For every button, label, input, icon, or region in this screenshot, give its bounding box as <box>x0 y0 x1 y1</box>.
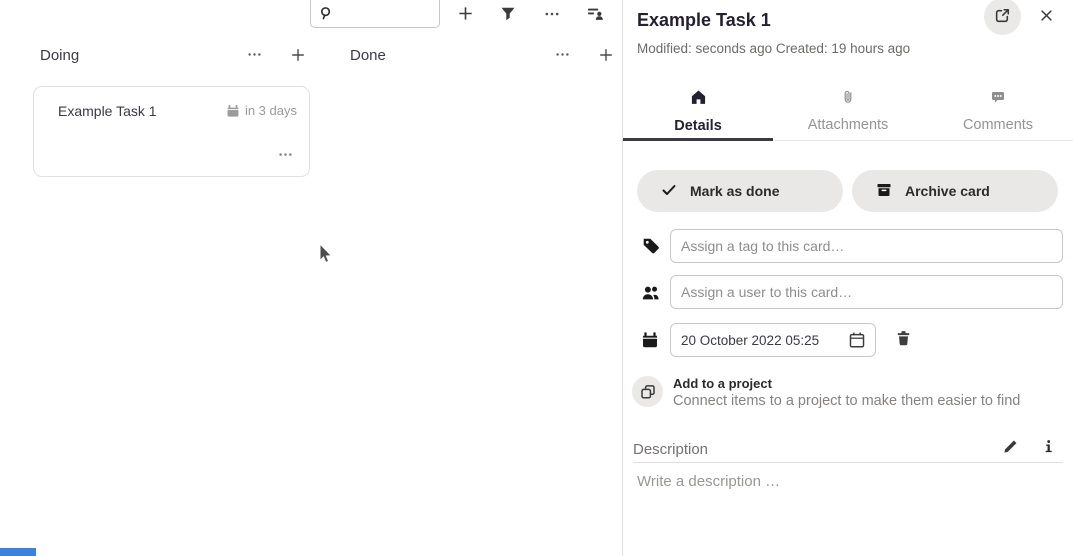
tab-attachments-label: Attachments <box>808 117 889 133</box>
more-icon <box>278 147 293 165</box>
close-panel-button[interactable] <box>1033 4 1059 30</box>
tab-comments[interactable]: Comments <box>923 84 1073 141</box>
description-label: Description <box>633 441 708 458</box>
info-icon <box>1041 439 1056 457</box>
search-box[interactable] <box>310 0 440 28</box>
users-icon <box>641 283 659 301</box>
assign-user-input[interactable] <box>670 275 1063 309</box>
mouse-cursor-icon <box>316 242 334 268</box>
calendar-icon <box>641 331 659 349</box>
tab-comments-label: Comments <box>963 117 1033 133</box>
card-due-label: in 3 days <box>245 103 297 118</box>
column-title-doing: Doing <box>40 47 79 64</box>
more-icon <box>544 6 560 25</box>
due-date-field[interactable]: 20 October 2022 05:25 <box>670 323 876 357</box>
description-placeholder[interactable]: Write a description … <box>637 473 780 490</box>
bottom-accent-bar <box>0 548 36 556</box>
column-doing-more-button[interactable] <box>242 44 266 68</box>
kanban-board: Doing Done Example Task 1 <box>0 0 622 556</box>
calendar-outline-icon <box>848 331 866 352</box>
project-icon <box>632 376 663 407</box>
description-divider <box>633 462 1063 463</box>
column-done-add-button[interactable] <box>594 44 618 68</box>
board-more-button[interactable] <box>539 2 565 28</box>
plus-icon <box>457 5 474 25</box>
search-input[interactable] <box>339 6 435 21</box>
filter-icon <box>500 6 516 25</box>
card-title: Example Task 1 <box>58 103 157 119</box>
mark-as-done-label: Mark as done <box>690 183 779 199</box>
description-info-button[interactable] <box>1036 436 1060 460</box>
more-icon <box>555 47 570 65</box>
tab-details[interactable]: Details <box>623 84 773 141</box>
trash-icon <box>895 330 912 350</box>
check-icon <box>661 182 677 201</box>
mark-as-done-button[interactable]: Mark as done <box>637 170 843 212</box>
filter-button[interactable] <box>495 2 521 28</box>
plus-icon <box>598 47 614 66</box>
tab-details-label: Details <box>674 118 722 134</box>
assignee-list-icon <box>587 5 604 25</box>
add-card-button[interactable] <box>452 2 478 28</box>
comment-icon <box>990 89 1006 108</box>
search-icon <box>319 6 334 21</box>
column-done-more-button[interactable] <box>550 44 574 68</box>
assignee-list-button[interactable] <box>582 2 608 28</box>
card-due-date: in 3 days <box>226 103 297 118</box>
panel-title: Example Task 1 <box>637 10 771 31</box>
archive-card-button[interactable]: Archive card <box>852 170 1058 212</box>
panel-tabs: Details Attachments Comments <box>623 84 1073 141</box>
app-window: Doing Done Example Task 1 <box>0 0 1073 556</box>
open-in-window-button[interactable] <box>984 0 1021 35</box>
add-to-project-title: Add to a project <box>673 376 772 391</box>
due-date-value: 20 October 2022 05:25 <box>681 333 819 348</box>
calendar-icon <box>226 104 240 118</box>
add-to-project-row[interactable]: Add to a project Connect items to a proj… <box>632 375 1062 409</box>
card-more-button[interactable] <box>273 146 297 166</box>
more-icon <box>247 47 262 65</box>
column-doing-add-button[interactable] <box>286 44 310 68</box>
task-card[interactable]: Example Task 1 in 3 days <box>33 86 310 177</box>
archive-card-label: Archive card <box>905 183 990 199</box>
tag-icon <box>642 237 660 255</box>
add-to-project-subtitle: Connect items to a project to make them … <box>673 393 1020 409</box>
plus-icon <box>290 47 306 66</box>
home-icon <box>690 89 707 109</box>
card-detail-panel: Example Task 1 Modified: seconds ago Cre… <box>623 0 1073 556</box>
assign-tag-input[interactable] <box>670 229 1063 263</box>
pencil-icon <box>1002 438 1019 458</box>
paperclip-icon <box>840 89 856 108</box>
archive-icon <box>876 182 892 201</box>
panel-meta: Modified: seconds ago Created: 19 hours … <box>637 41 910 56</box>
close-icon <box>1039 8 1054 26</box>
calendar-picker-button[interactable] <box>846 330 868 352</box>
column-title-done: Done <box>350 47 386 64</box>
remove-due-date-button[interactable] <box>889 326 917 354</box>
edit-description-button[interactable] <box>997 436 1023 460</box>
open-external-icon <box>994 7 1011 27</box>
tab-attachments[interactable]: Attachments <box>773 84 923 141</box>
